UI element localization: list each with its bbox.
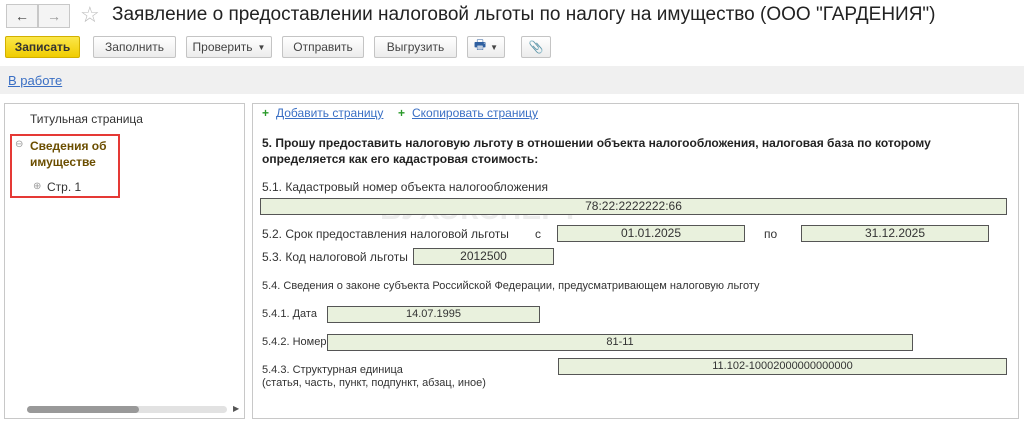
tree-item-title-page[interactable]: Титульная страница bbox=[30, 112, 143, 126]
dropdown-arrow-icon: ▼ bbox=[490, 42, 499, 52]
code-field[interactable]: 2012500 bbox=[413, 248, 554, 265]
scrollbar-thumb[interactable] bbox=[27, 406, 139, 413]
law-date-field[interactable]: 14.07.1995 bbox=[327, 306, 540, 323]
save-button[interactable]: Записать bbox=[5, 36, 80, 58]
fill-button[interactable]: Заполнить bbox=[93, 36, 176, 58]
period-label: 5.2. Срок предоставления налоговой льгот… bbox=[262, 227, 509, 241]
print-button[interactable]: 🖶 ▼ bbox=[467, 36, 505, 58]
law-number-field[interactable]: 81-11 bbox=[327, 334, 913, 351]
back-button[interactable]: ← bbox=[6, 4, 38, 28]
tree-item-property[interactable]: Сведения об имуществе bbox=[30, 138, 115, 170]
copy-page-link[interactable]: Скопировать страницу bbox=[412, 106, 538, 120]
to-label: по bbox=[764, 227, 778, 241]
star-icon[interactable]: ☆ bbox=[80, 2, 100, 28]
status-bar bbox=[0, 66, 1024, 94]
law-date-label: 5.4.1. Дата bbox=[262, 308, 317, 320]
law-number-label: 5.4.2. Номер bbox=[262, 336, 327, 348]
forward-button[interactable]: → bbox=[38, 4, 70, 28]
expand-icon[interactable]: ⊕ bbox=[33, 181, 41, 192]
arrow-right-icon: → bbox=[47, 8, 61, 24]
section-heading: 5. Прошу предоставить налоговую льготу в… bbox=[262, 136, 931, 166]
tree-panel: Титульная страница ⊖ Сведения об имущест… bbox=[4, 103, 245, 419]
structural-unit-field[interactable]: 11.102-10002000000000000 bbox=[558, 358, 1007, 375]
cadastral-label: 5.1. Кадастровый номер объекта налогообл… bbox=[262, 180, 548, 194]
plus-icon: + bbox=[398, 106, 406, 120]
check-button[interactable]: Проверить ▼ bbox=[186, 36, 272, 58]
tree-item-page-1[interactable]: Стр. 1 bbox=[47, 180, 81, 194]
add-page-link[interactable]: Добавить страницу bbox=[276, 106, 383, 120]
export-button[interactable]: Выгрузить bbox=[374, 36, 457, 58]
horizontal-scrollbar[interactable] bbox=[27, 406, 227, 413]
period-from-field[interactable]: 01.01.2025 bbox=[557, 225, 745, 242]
printer-icon: 🖶 bbox=[473, 37, 487, 52]
collapse-icon[interactable]: ⊖ bbox=[15, 139, 23, 150]
arrow-left-icon: ← bbox=[15, 8, 29, 24]
structural-unit-hint: (статья, часть, пункт, подпункт, абзац, … bbox=[262, 377, 486, 389]
send-button[interactable]: Отправить bbox=[282, 36, 364, 58]
law-label: 5.4. Сведения о законе субъекта Российск… bbox=[262, 280, 760, 292]
check-label: Проверить bbox=[192, 40, 253, 54]
scroll-right-icon[interactable]: ▶ bbox=[233, 404, 239, 413]
structural-unit-label: 5.4.3. Структурная единица bbox=[262, 364, 403, 376]
plus-icon: + bbox=[262, 106, 270, 120]
dropdown-arrow-icon: ▼ bbox=[257, 42, 266, 52]
paperclip-icon: 📎 bbox=[528, 40, 544, 54]
page-title: Заявление о предоставлении налоговой льг… bbox=[112, 4, 936, 25]
cadastral-field[interactable]: 78:22:2222222:66 bbox=[260, 198, 1007, 215]
period-to-field[interactable]: 31.12.2025 bbox=[801, 225, 989, 242]
attach-button[interactable]: 📎 bbox=[521, 36, 551, 58]
from-label: с bbox=[535, 227, 541, 241]
status-link[interactable]: В работе bbox=[8, 73, 62, 88]
code-label: 5.3. Код налоговой льготы bbox=[262, 250, 408, 264]
